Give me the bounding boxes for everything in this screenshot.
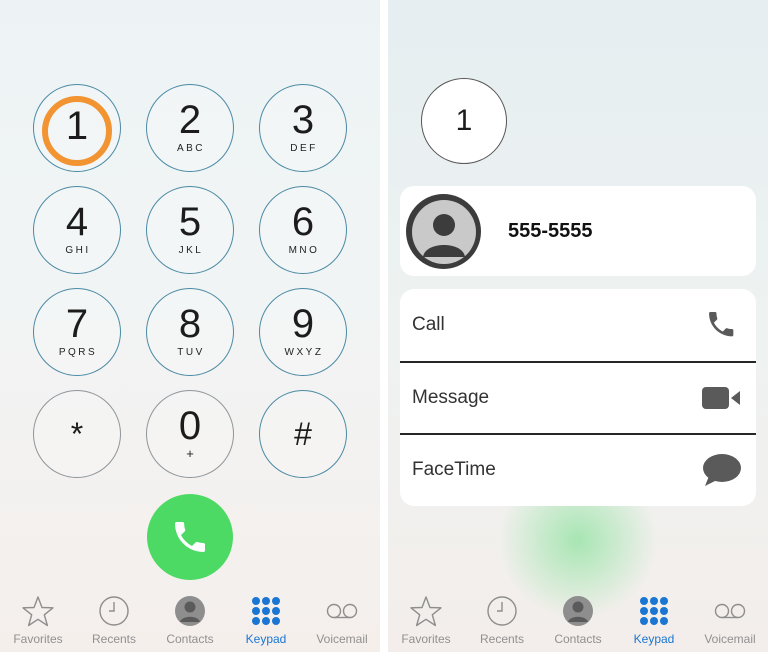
tab-favorites[interactable]: Favorites <box>0 594 76 652</box>
action-facetime[interactable]: FaceTime <box>400 434 756 506</box>
key-letters: TUV <box>177 347 205 358</box>
key-letters: PQRS <box>58 347 98 358</box>
star-icon <box>410 596 442 627</box>
key-8[interactable]: 8 TUV <box>146 288 234 376</box>
tab-bar: Favorites Recents Contacts Keypad Voicem… <box>388 594 768 652</box>
key-digit: 0 <box>178 403 202 448</box>
tab-recents[interactable]: Recents <box>464 594 540 652</box>
contact-card[interactable]: 555-5555 <box>400 186 756 276</box>
key-4[interactable]: 4 GHI <box>33 186 121 274</box>
key-3[interactable]: 3 DEF <box>259 84 347 172</box>
key-letters: DEF <box>290 143 318 154</box>
tab-label: Recents <box>91 632 137 646</box>
key-letters: WXYZ <box>284 347 324 358</box>
tab-keypad[interactable]: Keypad <box>228 594 304 652</box>
keypad-icon <box>252 597 280 625</box>
tab-bar: Favorites Recents Contacts Keypad Voicem… <box>0 594 380 652</box>
key-hash[interactable]: # <box>259 390 347 478</box>
avatar-silhouette-icon <box>411 199 476 264</box>
key-letters: JKL <box>178 245 204 256</box>
speech-bubble-icon <box>703 454 741 486</box>
tab-label: Contacts <box>554 632 602 646</box>
key-digit: 2 <box>178 98 202 142</box>
key-letters: ABC <box>176 143 206 154</box>
star-icon <box>22 596 54 627</box>
key-6[interactable]: 6 MNO <box>259 186 347 274</box>
call-button[interactable] <box>147 494 233 580</box>
key-symbol: # <box>294 416 312 452</box>
key-9[interactable]: 9 WXYZ <box>259 288 347 376</box>
tab-voicemail[interactable]: Voicemail <box>304 594 380 652</box>
key-digit: 7 <box>65 302 89 346</box>
action-list: Call Message FaceTime <box>400 289 756 506</box>
entered-digit: 1 <box>455 104 473 137</box>
key-digit: 6 <box>291 200 315 244</box>
voicemail-icon <box>326 603 358 619</box>
key-digit: 1 <box>65 103 89 148</box>
person-icon <box>175 596 205 626</box>
tab-label: Keypad <box>245 632 287 646</box>
key-digit: 5 <box>178 200 202 244</box>
key-7[interactable]: 7 PQRS <box>33 288 121 376</box>
key-digit: 8 <box>178 302 202 346</box>
action-call[interactable]: Call <box>400 289 756 361</box>
key-letters: + <box>186 445 194 461</box>
key-digit: 4 <box>65 200 89 244</box>
phone-icon <box>175 522 205 552</box>
clock-icon <box>99 596 129 626</box>
key-2[interactable]: 2 ABC <box>146 84 234 172</box>
key-symbol: * <box>70 416 84 452</box>
avatar <box>406 194 481 269</box>
tab-label: Favorites <box>401 632 451 646</box>
key-0[interactable]: 0 + <box>146 390 234 478</box>
tab-recents[interactable]: Recents <box>76 594 152 652</box>
contact-number: 555-5555 <box>508 220 593 242</box>
tab-label: Recents <box>479 632 525 646</box>
tab-label: Voicemail <box>316 632 368 646</box>
tab-favorites[interactable]: Favorites <box>388 594 464 652</box>
person-icon <box>563 596 593 626</box>
key-1[interactable]: 1 <box>33 84 121 172</box>
tab-keypad[interactable]: Keypad <box>616 594 692 652</box>
contact-actions-screen: 1 555-5555 Call Message FaceTime Favorit… <box>388 0 768 652</box>
key-letters: GHI <box>65 245 91 256</box>
action-label: Call <box>412 314 445 335</box>
phone-icon <box>709 312 734 337</box>
tab-voicemail[interactable]: Voicemail <box>692 594 768 652</box>
action-message[interactable]: Message <box>400 362 756 434</box>
tab-label: Voicemail <box>704 632 756 646</box>
entered-digit-key[interactable]: 1 <box>421 78 507 164</box>
tab-label: Contacts <box>166 632 214 646</box>
tab-contacts[interactable]: Contacts <box>152 594 228 652</box>
tab-label: Keypad <box>633 632 675 646</box>
clock-icon <box>487 596 517 626</box>
key-letters: MNO <box>288 245 320 256</box>
action-label: FaceTime <box>412 459 496 480</box>
key-digit: 9 <box>291 302 315 346</box>
video-camera-icon <box>702 387 740 409</box>
voicemail-icon <box>714 603 746 619</box>
action-label: Message <box>412 387 490 408</box>
key-digit: 3 <box>291 98 315 142</box>
keypad-icon <box>640 597 668 625</box>
tab-contacts[interactable]: Contacts <box>540 594 616 652</box>
key-5[interactable]: 5 JKL <box>146 186 234 274</box>
key-star[interactable]: * <box>33 390 121 478</box>
tab-label: Favorites <box>13 632 63 646</box>
keypad-screen: 1 2 ABC 3 DEF 4 GHI 5 JKL 6 MNO 7 PQRS 8… <box>0 0 380 652</box>
